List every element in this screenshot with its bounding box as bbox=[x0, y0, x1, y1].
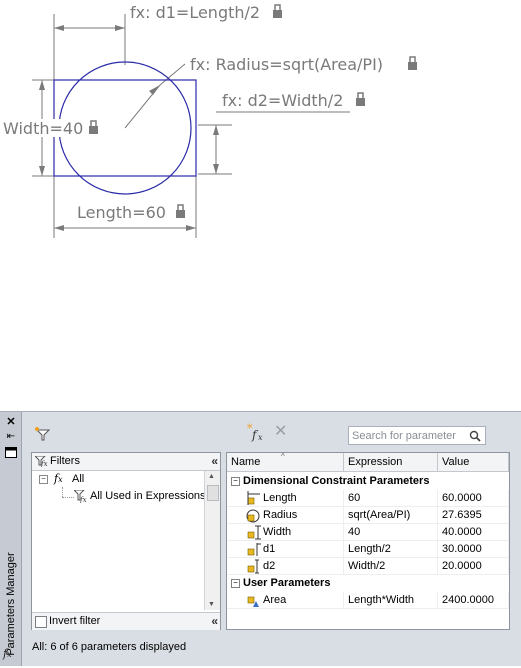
filters-header: fx Filters « bbox=[32, 453, 220, 471]
status-text: All: 6 of 6 parameters displayed bbox=[32, 641, 187, 653]
filter-tree: − fx All fx All Used in Expressions bbox=[32, 471, 206, 611]
table-row[interactable]: Length 60 60.0000 bbox=[227, 490, 509, 507]
filters-scrollbar[interactable]: ▲ ▼ bbox=[204, 471, 220, 610]
horizontal-constraint-icon bbox=[247, 543, 261, 556]
invert-filter-label[interactable]: Invert filter bbox=[49, 615, 100, 627]
user-parameter-icon bbox=[247, 596, 259, 607]
table-row[interactable]: Radius sqrt(Area/PI) 27.6395 bbox=[227, 507, 509, 524]
lock-icon bbox=[356, 92, 365, 106]
scrollbar-thumb[interactable] bbox=[207, 485, 219, 501]
scroll-up-icon[interactable]: ▲ bbox=[208, 473, 215, 480]
search-box[interactable] bbox=[348, 426, 486, 445]
d2-dimension-label[interactable]: fx: d2=Width/2 bbox=[222, 91, 343, 110]
length-dimension-label[interactable]: Length=60 bbox=[77, 203, 166, 222]
d1-dimension-label[interactable]: fx: d1=Length/2 bbox=[130, 3, 260, 22]
table-row[interactable]: d1 Length/2 30.0000 bbox=[227, 541, 509, 558]
table-row[interactable]: d2 Width/2 20.0000 bbox=[227, 558, 509, 575]
search-input[interactable] bbox=[352, 428, 462, 443]
table-row[interactable]: Area Length*Width 2400.0000 bbox=[227, 592, 509, 609]
filters-title: Filters bbox=[50, 455, 80, 467]
new-user-parameter-icon[interactable]: * f x bbox=[247, 422, 268, 442]
cad-drawing: fx: d1=Length/2 fx: Radius=sqrt(Area/PI)… bbox=[3, 3, 417, 238]
lock-icon bbox=[408, 56, 417, 70]
width-dimension-label[interactable]: Width=40 bbox=[3, 119, 83, 138]
properties-icon[interactable] bbox=[4, 447, 18, 459]
column-header-value[interactable]: Value bbox=[438, 453, 509, 472]
sort-ascending-icon: ^ bbox=[281, 452, 285, 461]
collapse-filters-icon[interactable]: « bbox=[211, 614, 218, 628]
auto-hide-icon[interactable]: ⇤ bbox=[4, 431, 18, 443]
filters-footer: Invert filter « bbox=[32, 612, 220, 630]
group-row-user-parameters[interactable]: − User Parameters bbox=[227, 575, 509, 592]
svg-text:fx: fx bbox=[79, 496, 87, 503]
tree-node-label: All Used in Expressions bbox=[90, 490, 206, 502]
collapse-filters-icon[interactable]: « bbox=[211, 454, 218, 468]
table-row[interactable]: Width 40 40.0000 bbox=[227, 524, 509, 541]
tree-node-label: All bbox=[72, 473, 85, 485]
group-row-dimensional[interactable]: − Dimensional Constraint Parameters bbox=[227, 473, 509, 490]
collapse-group-icon[interactable]: − bbox=[231, 579, 240, 588]
collapse-node-icon[interactable]: − bbox=[39, 475, 48, 484]
linear-constraint-icon bbox=[247, 491, 260, 505]
vertical-constraint-icon bbox=[247, 559, 259, 574]
collapse-group-icon[interactable]: − bbox=[231, 477, 240, 486]
close-icon[interactable]: ✕ bbox=[4, 416, 18, 428]
invert-filter-checkbox[interactable] bbox=[35, 616, 47, 628]
column-header-expression[interactable]: Expression bbox=[344, 453, 438, 472]
svg-text:fx: fx bbox=[40, 460, 48, 467]
vertical-constraint-icon bbox=[247, 525, 261, 540]
filter-icon: fx bbox=[35, 456, 48, 467]
column-header-name[interactable]: Name ^ bbox=[227, 453, 344, 472]
scroll-down-icon[interactable]: ▼ bbox=[208, 601, 215, 608]
lock-icon bbox=[273, 4, 282, 18]
fx-icon: fx bbox=[3, 647, 12, 660]
lock-icon bbox=[176, 204, 185, 218]
filter-icon[interactable] bbox=[34, 426, 52, 442]
radius-dimension-label[interactable]: fx: Radius=sqrt(Area/PI) bbox=[190, 55, 383, 74]
tree-node-all[interactable]: − fx All bbox=[32, 471, 205, 489]
palette-title-bar: ✕ ⇤ Parameters Manager fx bbox=[0, 412, 22, 666]
delete-parameter-icon[interactable]: ✕ bbox=[274, 424, 288, 440]
fx-icon: fx bbox=[54, 472, 63, 485]
search-icon[interactable] bbox=[468, 429, 482, 443]
parameters-grid: Name ^ Expression Value − Dimensional Co… bbox=[226, 452, 510, 630]
filters-pane: fx Filters « − fx All fx All Used in Exp… bbox=[31, 452, 221, 630]
lock-icon bbox=[89, 120, 98, 134]
radial-constraint-icon bbox=[246, 509, 260, 523]
filter-fx-icon: fx bbox=[74, 490, 87, 503]
tree-node-used-in-expressions[interactable]: fx All Used in Expressions bbox=[32, 488, 206, 506]
